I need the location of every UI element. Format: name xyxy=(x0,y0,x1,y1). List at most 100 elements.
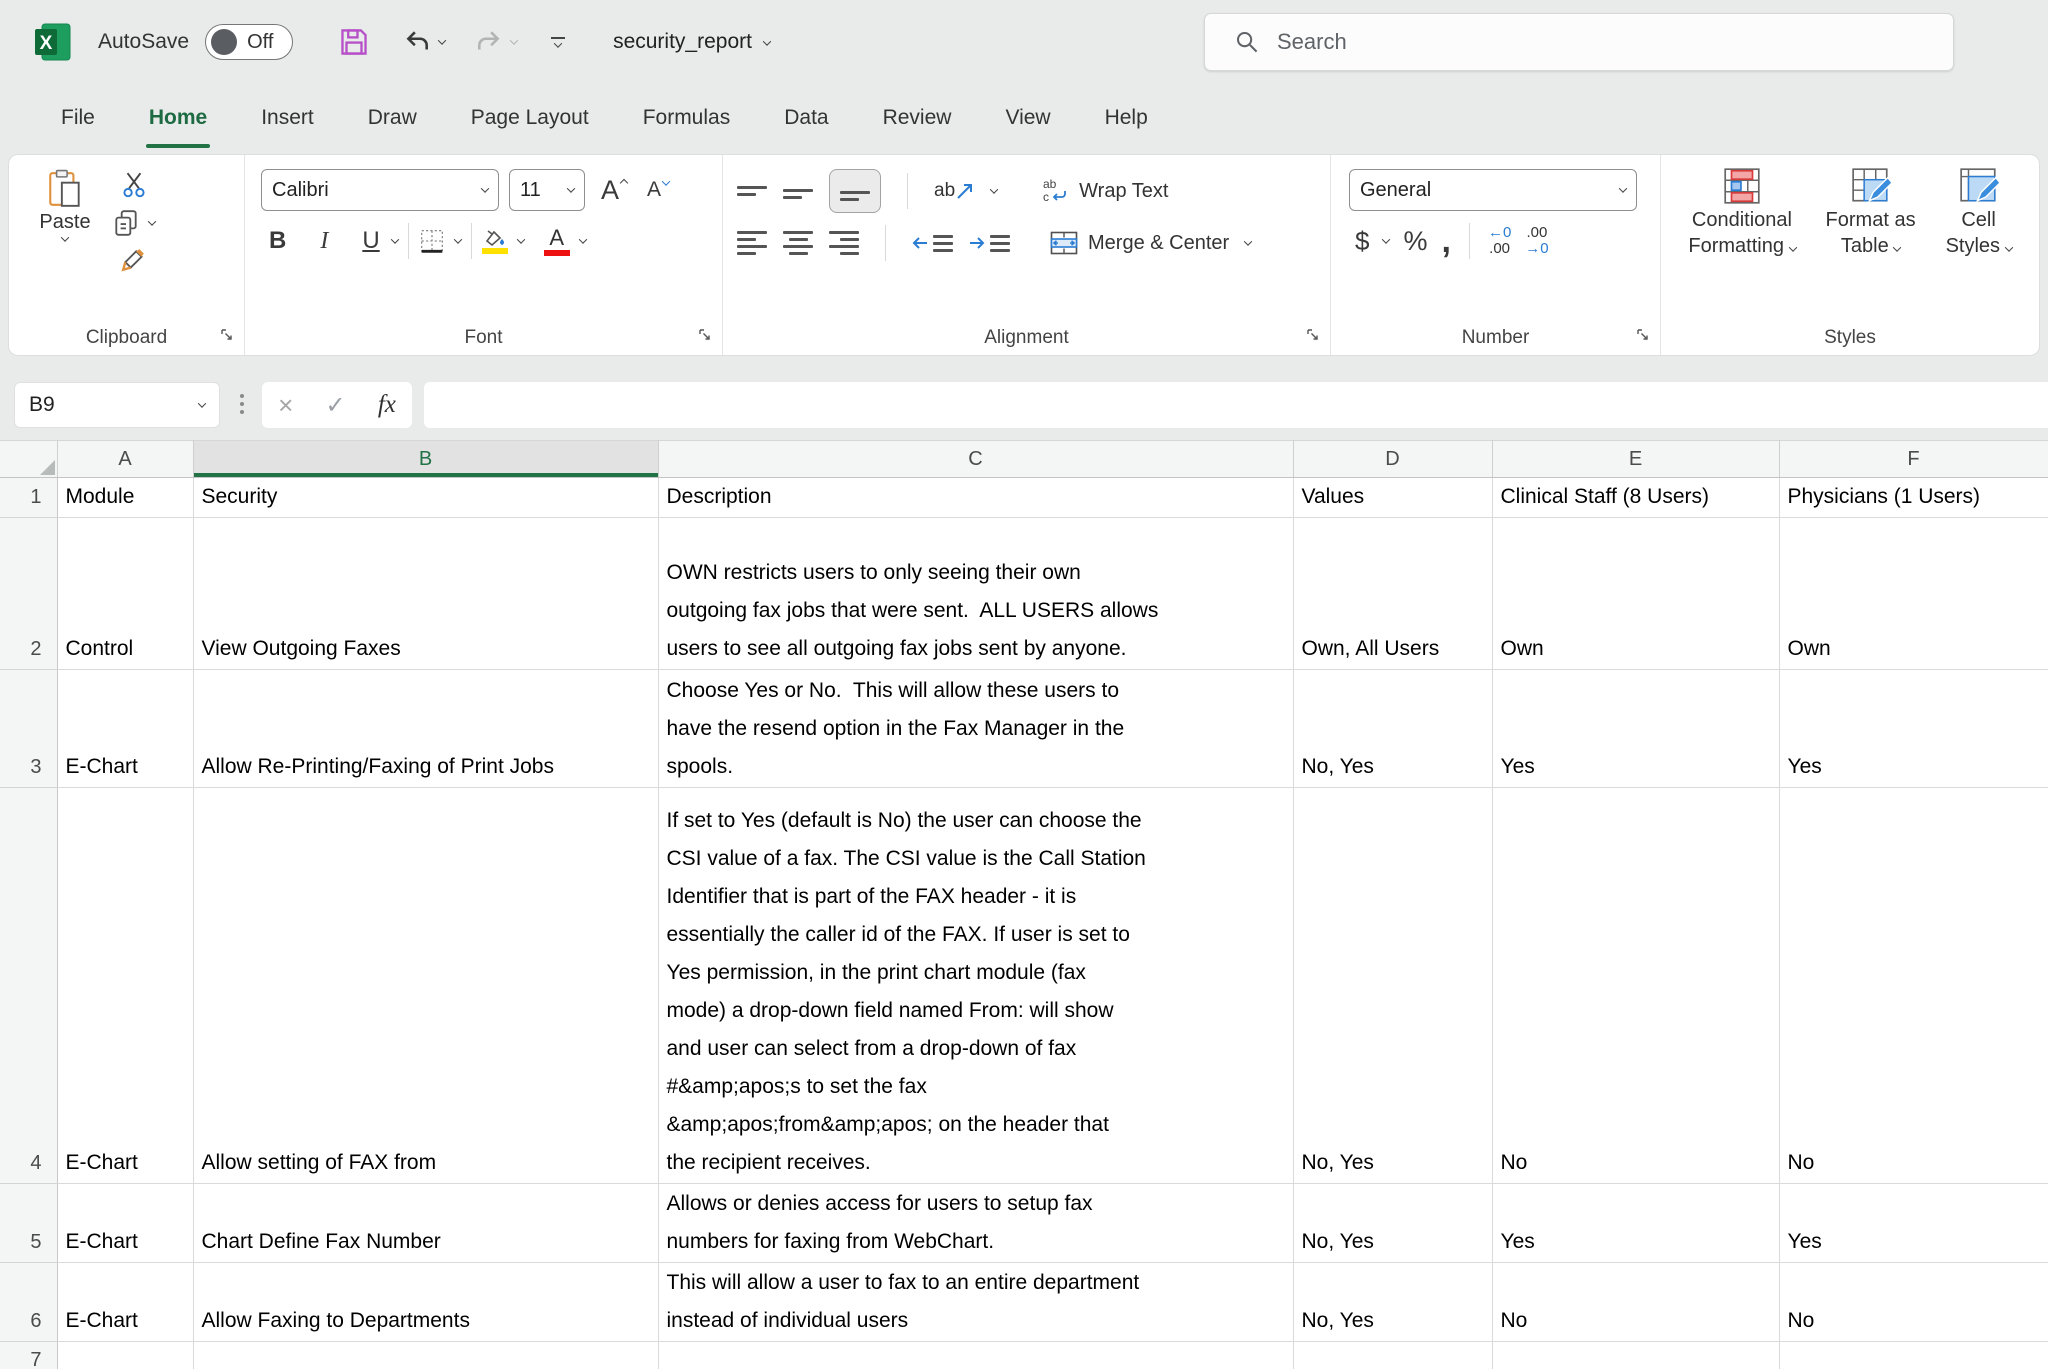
cell-e1[interactable]: Clinical Staff (8 Users) xyxy=(1492,478,1779,518)
font-size-select[interactable]: 11 xyxy=(509,169,585,211)
font-dialog-launcher[interactable] xyxy=(698,328,712,347)
cell-c3[interactable]: Choose Yes or No. This will allow these … xyxy=(658,670,1293,788)
percent-style-button[interactable]: % xyxy=(1403,226,1427,257)
tab-file[interactable]: File xyxy=(34,84,122,152)
borders-button[interactable] xyxy=(419,228,445,254)
copy-dropdown[interactable] xyxy=(148,217,156,225)
column-header-d[interactable]: D xyxy=(1293,441,1492,478)
cell-b6[interactable]: Allow Faxing to Departments xyxy=(193,1263,658,1342)
cell-f6[interactable]: No xyxy=(1779,1263,2048,1342)
cell-a5[interactable]: E-Chart xyxy=(57,1184,193,1263)
paste-button[interactable]: Paste xyxy=(23,169,107,319)
bottom-align-button[interactable] xyxy=(829,169,881,213)
format-as-table-button[interactable]: Format as Table xyxy=(1826,165,1916,319)
cell-b3[interactable]: Allow Re-Printing/Faxing of Print Jobs xyxy=(193,670,658,788)
underline-dropdown[interactable] xyxy=(390,235,398,243)
cell-e3[interactable]: Yes xyxy=(1492,670,1779,788)
insert-function-button[interactable]: fx xyxy=(378,391,396,419)
cell-a1[interactable]: Module xyxy=(57,478,193,518)
cell-c4[interactable]: If set to Yes (default is No) the user c… xyxy=(658,788,1293,1184)
column-header-e[interactable]: E xyxy=(1492,441,1779,478)
save-button[interactable] xyxy=(339,27,369,57)
undo-button[interactable] xyxy=(403,28,431,56)
cell-a6[interactable]: E-Chart xyxy=(57,1263,193,1342)
row-header-2[interactable]: 2 xyxy=(0,518,57,670)
increase-font-size-button[interactable]: A xyxy=(601,175,627,206)
cell-e4[interactable]: No xyxy=(1492,788,1779,1184)
cell-c5[interactable]: Allows or denies access for users to set… xyxy=(658,1184,1293,1263)
align-left-button[interactable] xyxy=(737,231,767,255)
conditional-formatting-button[interactable]: Conditional Formatting xyxy=(1688,165,1795,319)
redo-button[interactable] xyxy=(475,28,503,56)
search-bar[interactable] xyxy=(1204,13,1954,71)
cell-b7[interactable] xyxy=(193,1342,658,1369)
cell-f5[interactable]: Yes xyxy=(1779,1184,2048,1263)
row-header-6[interactable]: 6 xyxy=(0,1263,57,1342)
tab-data[interactable]: Data xyxy=(757,84,855,152)
cell-c2[interactable]: OWN restricts users to only seeing their… xyxy=(658,518,1293,670)
cell-f3[interactable]: Yes xyxy=(1779,670,2048,788)
undo-dropdown[interactable] xyxy=(439,39,445,45)
cell-e7[interactable] xyxy=(1492,1342,1779,1369)
tab-view[interactable]: View xyxy=(978,84,1077,152)
row-header-7[interactable]: 7 xyxy=(0,1342,57,1369)
name-box[interactable]: B9 xyxy=(14,382,220,428)
orientation-button[interactable]: ab xyxy=(934,180,975,202)
autosave-toggle[interactable]: Off xyxy=(205,24,293,60)
cell-f4[interactable]: No xyxy=(1779,788,2048,1184)
cell-d5[interactable]: No, Yes xyxy=(1293,1184,1492,1263)
cell-c6[interactable]: This will allow a user to fax to an enti… xyxy=(658,1263,1293,1342)
tab-help[interactable]: Help xyxy=(1078,84,1175,152)
column-header-a[interactable]: A xyxy=(57,441,193,478)
decrease-font-size-button[interactable]: A xyxy=(647,178,669,202)
cell-b4[interactable]: Allow setting of FAX from xyxy=(193,788,658,1184)
row-header-5[interactable]: 5 xyxy=(0,1184,57,1263)
cell-c1[interactable]: Description xyxy=(658,478,1293,518)
decrease-decimal-button[interactable]: .00 →0 xyxy=(1525,225,1548,257)
column-header-f[interactable]: F xyxy=(1779,441,2048,478)
middle-align-button[interactable] xyxy=(783,183,813,199)
font-color-button[interactable]: A xyxy=(544,227,570,256)
cell-e6[interactable]: No xyxy=(1492,1263,1779,1342)
merge-center-button[interactable]: Merge & Center xyxy=(1050,231,1229,255)
underline-button[interactable]: U xyxy=(362,227,379,255)
tab-review[interactable]: Review xyxy=(856,84,979,152)
format-painter-button[interactable] xyxy=(113,247,155,273)
cell-b2[interactable]: View Outgoing Faxes xyxy=(193,518,658,670)
fill-color-button[interactable] xyxy=(482,229,508,254)
wrap-text-button[interactable]: ab c Wrap Text xyxy=(1041,177,1168,205)
cell-c7[interactable] xyxy=(658,1342,1293,1369)
cut-button[interactable] xyxy=(113,171,155,199)
borders-dropdown[interactable] xyxy=(453,235,461,243)
merge-center-dropdown[interactable] xyxy=(1244,237,1252,245)
cell-e5[interactable]: Yes xyxy=(1492,1184,1779,1263)
top-align-button[interactable] xyxy=(737,186,767,196)
bold-button[interactable]: B xyxy=(269,227,286,255)
cell-f2[interactable]: Own xyxy=(1779,518,2048,670)
increase-decimal-button[interactable]: ←0 .00 xyxy=(1488,225,1511,257)
redo-dropdown[interactable] xyxy=(511,39,517,45)
alignment-dialog-launcher[interactable] xyxy=(1306,328,1320,347)
column-header-c[interactable]: C xyxy=(658,441,1293,478)
search-input[interactable] xyxy=(1277,29,1877,55)
cell-a7[interactable] xyxy=(57,1342,193,1369)
cell-d1[interactable]: Values xyxy=(1293,478,1492,518)
row-header-1[interactable]: 1 xyxy=(0,478,57,518)
cell-b1[interactable]: Security xyxy=(193,478,658,518)
cell-d3[interactable]: No, Yes xyxy=(1293,670,1492,788)
tab-draw[interactable]: Draw xyxy=(341,84,444,152)
tab-page-layout[interactable]: Page Layout xyxy=(444,84,616,152)
increase-indent-button[interactable] xyxy=(969,235,1010,252)
cell-a2[interactable]: Control xyxy=(57,518,193,670)
cell-b5[interactable]: Chart Define Fax Number xyxy=(193,1184,658,1263)
column-header-b[interactable]: B xyxy=(193,441,658,478)
cell-a3[interactable]: E-Chart xyxy=(57,670,193,788)
select-all-button[interactable] xyxy=(0,441,57,478)
cell-a4[interactable]: E-Chart xyxy=(57,788,193,1184)
cell-f7[interactable] xyxy=(1779,1342,2048,1369)
font-name-select[interactable]: Calibri xyxy=(261,169,499,211)
accounting-format-button[interactable]: $ xyxy=(1355,226,1369,257)
decrease-indent-button[interactable] xyxy=(912,235,953,252)
workbook-title[interactable]: security_report xyxy=(613,30,752,54)
number-format-select[interactable]: General xyxy=(1349,169,1637,211)
